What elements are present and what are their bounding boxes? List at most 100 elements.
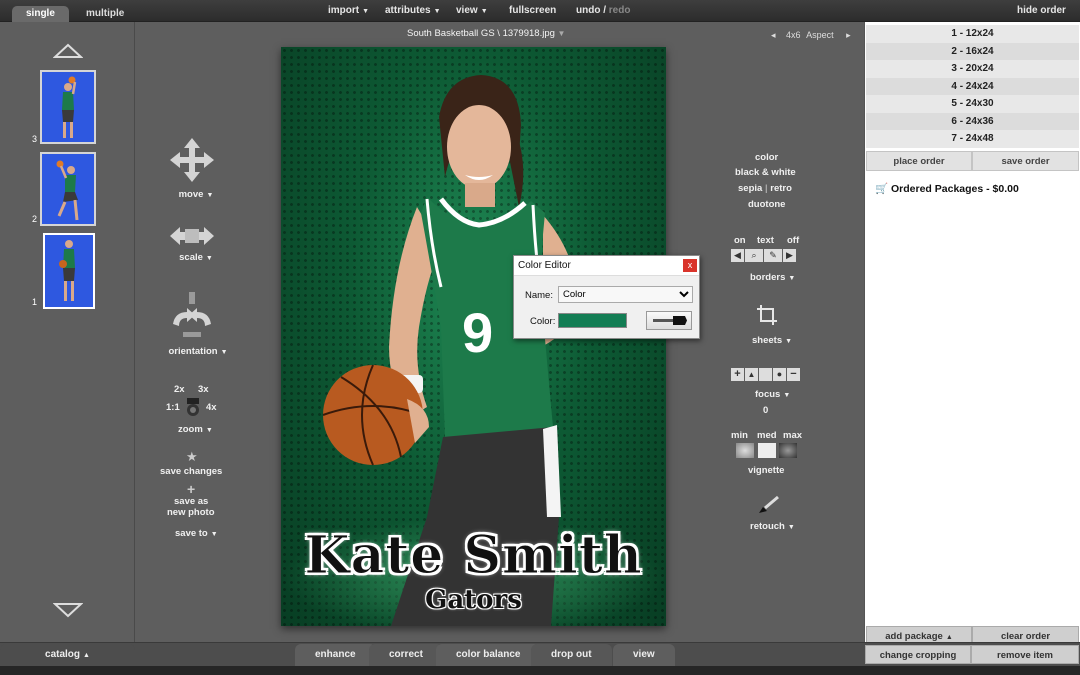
zoom-4x-option[interactable]: 4x xyxy=(206,402,217,413)
caret-down-icon: ▼ xyxy=(783,392,791,399)
attributes-label: attributes xyxy=(385,5,431,16)
color-label: Color: xyxy=(530,316,556,327)
print-size-item[interactable]: 1 - 12x24 xyxy=(866,25,1079,43)
fullscreen-button[interactable]: fullscreen xyxy=(509,5,556,16)
scale-tool-label[interactable]: scale ▼ xyxy=(174,252,218,263)
new-photo-label[interactable]: new photo xyxy=(167,507,215,518)
zoom-1x-option[interactable]: 1:1 xyxy=(166,402,180,413)
eyedropper-button[interactable] xyxy=(646,311,692,330)
aspect-value: 4x6 xyxy=(786,30,801,40)
print-size-item[interactable]: 6 - 24x36 xyxy=(866,112,1079,130)
name-select[interactable]: Color xyxy=(558,286,693,303)
aspect-prev-icon[interactable]: ◂ xyxy=(771,30,776,40)
tab-correct[interactable]: correct xyxy=(369,644,443,666)
name-label: Name: xyxy=(525,290,553,301)
borders-prev-icon[interactable]: ◀ xyxy=(731,249,744,262)
redo-button[interactable]: redo xyxy=(609,5,631,16)
thumbnail-photo-1[interactable] xyxy=(43,233,95,309)
move-tool-label[interactable]: move ▼ xyxy=(174,189,218,200)
focus-plus-icon[interactable]: + xyxy=(731,368,744,381)
color-mode-button[interactable]: color xyxy=(755,152,778,163)
focus-blank-icon[interactable] xyxy=(759,368,772,381)
import-menu[interactable]: import ▼ xyxy=(328,5,369,16)
plus-icon[interactable]: + xyxy=(187,481,195,497)
rotate-icon[interactable] xyxy=(165,290,219,345)
view-menu[interactable]: view ▼ xyxy=(456,5,488,16)
undo-redo-group: undo / redo xyxy=(576,5,630,16)
focus-circle-icon[interactable]: ● xyxy=(773,368,786,381)
borders-tool-label[interactable]: borders ▼ xyxy=(750,272,795,283)
filename-dropdown-icon[interactable]: ▼ xyxy=(558,29,566,38)
scale-arrows-icon[interactable] xyxy=(168,225,216,250)
caret-down-icon: ▼ xyxy=(210,531,218,538)
print-size-item[interactable]: 3 - 20x24 xyxy=(866,60,1079,78)
player-name-text: Kate Smith xyxy=(304,525,643,587)
mode-separator: | xyxy=(764,183,768,194)
focus-minus-icon[interactable]: − xyxy=(787,368,800,381)
place-order-button[interactable]: place order xyxy=(866,151,972,171)
vignette-label: vignette xyxy=(748,465,785,476)
zoom-lens-icon[interactable] xyxy=(184,396,202,421)
orientation-text: orientation xyxy=(168,346,218,357)
caret-down-icon: ▼ xyxy=(206,192,214,199)
crop-icon[interactable] xyxy=(756,304,778,329)
focus-tool-label[interactable]: focus ▼ xyxy=(755,389,790,400)
aspect-label: Aspect xyxy=(806,30,834,40)
vignette-min-swatch[interactable] xyxy=(736,443,754,458)
caret-down-icon: ▼ xyxy=(433,8,441,15)
save-as-label[interactable]: save as xyxy=(174,496,208,507)
magnifier-icon[interactable]: ⌕ xyxy=(745,249,763,262)
vignette-med-swatch[interactable] xyxy=(758,443,776,458)
orientation-tool-label[interactable]: orientation ▼ xyxy=(166,346,230,357)
zoom-3x-option[interactable]: 3x xyxy=(198,384,209,395)
thumbnail-photo-3[interactable] xyxy=(40,70,96,144)
caret-up-icon: ▲ xyxy=(945,634,953,641)
duotone-mode-button[interactable]: duotone xyxy=(748,199,785,210)
undo-button[interactable]: undo xyxy=(576,5,600,16)
aspect-next-icon[interactable]: ▸ xyxy=(846,30,851,40)
print-size-item[interactable]: 5 - 24x30 xyxy=(866,95,1079,113)
catalog-text: catalog xyxy=(45,649,81,660)
change-cropping-button[interactable]: change cropping xyxy=(865,645,971,664)
top-toolbar: single multiple import ▼ attributes ▼ view… xyxy=(0,0,1080,22)
tab-multiple[interactable]: multiple xyxy=(72,6,138,22)
print-size-item[interactable]: 2 - 16x24 xyxy=(866,42,1079,60)
print-size-item[interactable]: 4 - 24x24 xyxy=(866,77,1079,95)
brush-icon[interactable] xyxy=(757,495,781,518)
zoom-2x-option[interactable]: 2x xyxy=(174,384,185,395)
retro-mode-button[interactable]: retro xyxy=(770,183,792,194)
print-size-item[interactable]: 7 - 24x48 xyxy=(866,130,1079,148)
save-changes-button[interactable]: save changes xyxy=(160,466,222,477)
scroll-up-arrow-icon[interactable] xyxy=(52,42,84,65)
dialog-title: Color Editor xyxy=(514,256,699,276)
black-white-mode-button[interactable]: black & white xyxy=(735,167,796,178)
sepia-mode-button[interactable]: sepia xyxy=(738,183,762,194)
scroll-down-arrow-icon[interactable] xyxy=(52,602,84,621)
save-order-button[interactable]: save order xyxy=(972,151,1079,171)
close-icon[interactable]: x xyxy=(683,259,697,272)
vignette-max-swatch[interactable] xyxy=(779,443,797,458)
aspect-selector: ◂ 4x6 Aspect ▸ xyxy=(771,30,851,41)
tab-drop-out[interactable]: drop out xyxy=(531,644,612,666)
remove-item-button[interactable]: remove item xyxy=(971,645,1079,664)
borders-next-icon[interactable]: ▶ xyxy=(783,249,796,262)
sheets-tool-label[interactable]: sheets ▼ xyxy=(752,335,792,346)
catalog-button[interactable]: catalog ▲ xyxy=(0,644,135,666)
move-arrows-icon[interactable] xyxy=(168,136,216,187)
attributes-menu[interactable]: attributes ▼ xyxy=(385,5,441,16)
tab-view[interactable]: view xyxy=(613,644,675,666)
tab-color-balance[interactable]: color balance xyxy=(436,644,541,666)
pencil-icon[interactable]: ✎ xyxy=(764,249,782,262)
color-swatch[interactable] xyxy=(558,313,627,328)
caret-down-icon: ▼ xyxy=(362,8,370,15)
hide-order-button[interactable]: hide order xyxy=(1017,5,1066,16)
save-to-button[interactable]: save to ▼ xyxy=(175,528,218,539)
star-icon[interactable]: ★ xyxy=(186,449,198,465)
zoom-tool-label[interactable]: zoom ▼ xyxy=(178,424,213,435)
retouch-tool-label[interactable]: retouch ▼ xyxy=(750,521,795,532)
focus-triangle-icon[interactable]: ▲ xyxy=(745,368,758,381)
tab-enhance[interactable]: enhance xyxy=(295,644,376,666)
add-package-text: add package xyxy=(885,631,943,642)
thumbnail-photo-2[interactable] xyxy=(40,152,96,226)
tab-single[interactable]: single xyxy=(12,6,69,22)
